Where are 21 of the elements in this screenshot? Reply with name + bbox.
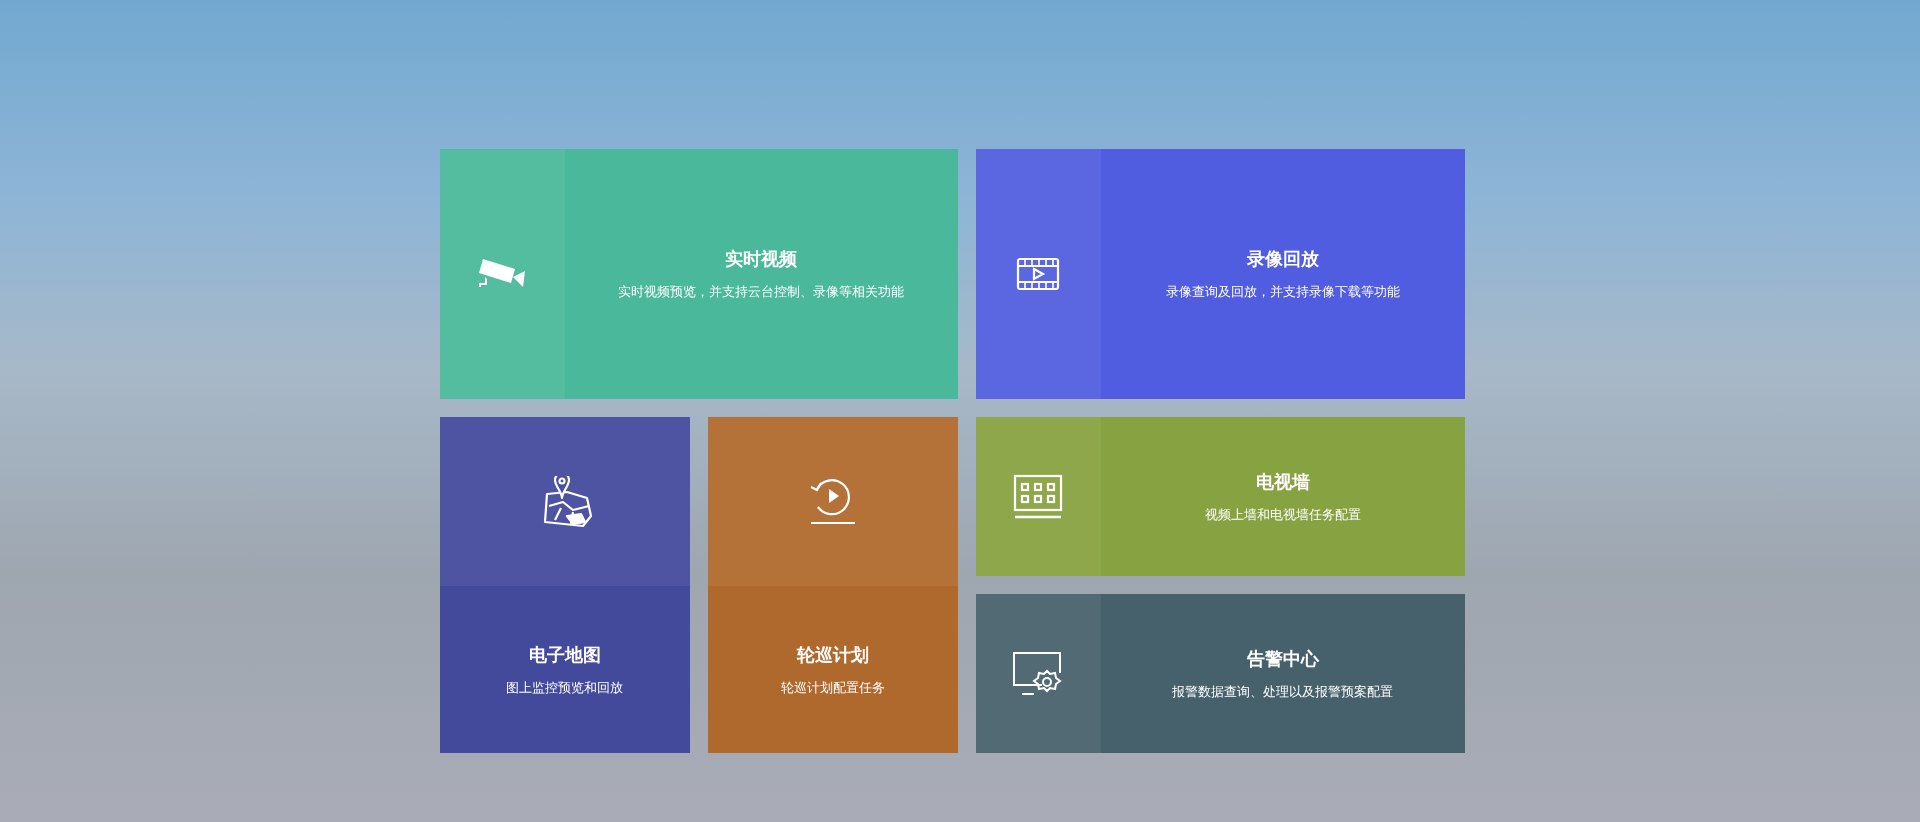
menu-tile[interactable]: 录像回放 录像查询及回放，并支持录像下载等功能 — [975, 149, 1465, 399]
monitor-gear-icon — [1012, 650, 1064, 697]
tile-description: 图上监控预览和回放 — [506, 678, 623, 697]
tile-description: 报警数据查询、处理以及报警预案配置 — [1172, 682, 1393, 701]
menu-tile[interactable]: 轮巡计划 轮巡计划配置任务 — [707, 417, 958, 753]
tile-description: 实时视频预览，并支持云台控制、录像等相关功能 — [618, 283, 904, 301]
film-play-icon — [1016, 257, 1060, 291]
menu-tile[interactable]: 电子地图 图上监控预览和回放 — [439, 417, 690, 753]
menu-tile[interactable]: 告警中心 报警数据查询、处理以及报警预案配置 — [975, 594, 1465, 753]
grid-screen-icon — [1013, 473, 1063, 520]
tile-description: 录像查询及回放，并支持录像下载等功能 — [1165, 283, 1400, 301]
tile-title: 录像回放 — [1246, 247, 1319, 271]
tile-description: 轮巡计划配置任务 — [780, 678, 885, 697]
menu-tile[interactable]: 电视墙 视频上墙和电视墙任务配置 — [975, 417, 1465, 576]
replay-icon — [808, 476, 857, 527]
tile-title: 轮巡计划 — [796, 642, 869, 667]
tile-title: 电子地图 — [528, 642, 601, 667]
tile-title: 实时视频 — [725, 247, 797, 271]
tile-description: 视频上墙和电视墙任务配置 — [1204, 505, 1361, 524]
tile-title: 告警中心 — [1246, 646, 1319, 671]
tile-title: 电视墙 — [1255, 469, 1310, 494]
